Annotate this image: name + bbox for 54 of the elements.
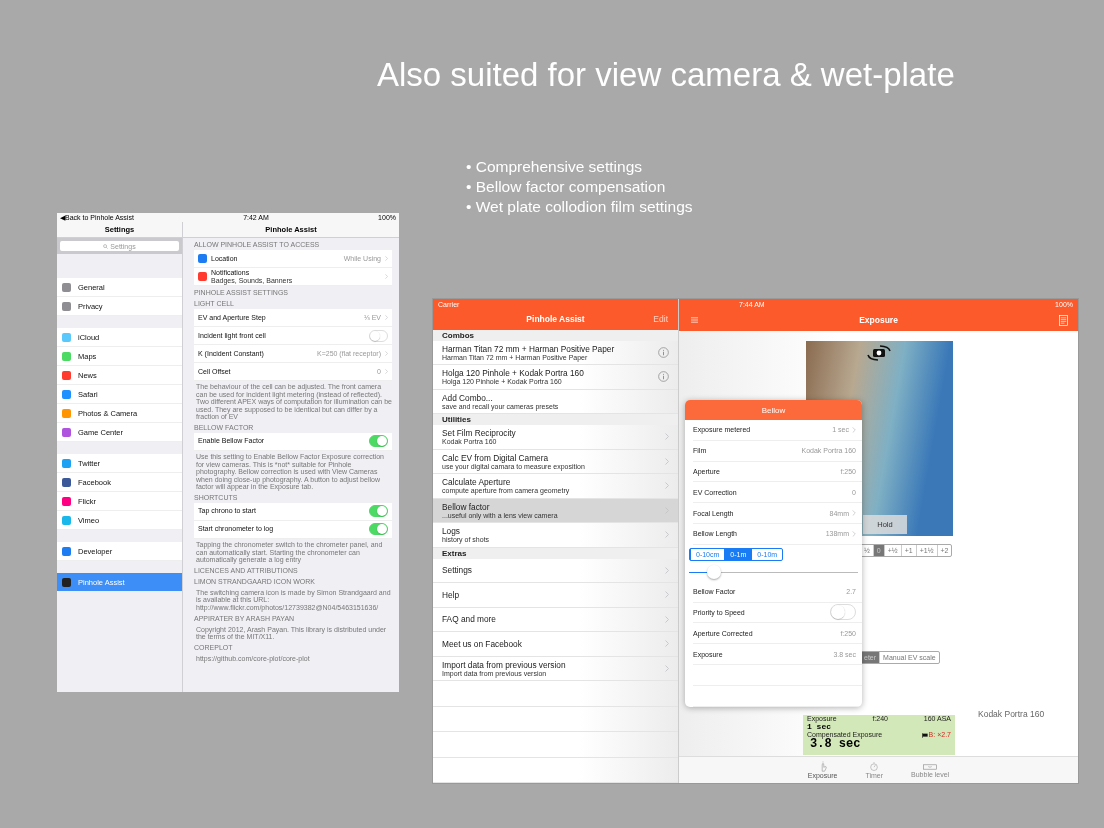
metered-time: 1 sec: [807, 723, 831, 731]
chevron-icon: [665, 664, 669, 672]
feature-bullet: • Bellow factor compensation: [466, 177, 667, 197]
menu-item[interactable]: Settings: [433, 558, 678, 583]
toggle-switch[interactable]: [830, 604, 856, 621]
nav-title: Pinhole Assist: [526, 314, 585, 325]
nav-title: Exposure: [859, 315, 898, 325]
item-title: Logs: [442, 526, 461, 537]
item-title: Add Combo...: [442, 392, 494, 403]
item-title: Calculate Aperture: [442, 477, 512, 488]
menu-item[interactable]: Help: [433, 583, 678, 608]
toggle-switch[interactable]: [369, 435, 388, 448]
search-icon: [103, 243, 109, 249]
chevron-icon: [852, 426, 856, 433]
toggle-switch[interactable]: [369, 523, 388, 536]
info-icon[interactable]: [658, 346, 669, 358]
chevron-icon: [665, 457, 669, 465]
chevron-icon: [665, 566, 669, 574]
stopwatch-icon: [870, 761, 879, 772]
item-title: Holga 120 Pinhole + Kodak Portra 160: [442, 368, 585, 379]
chevron-icon: [852, 530, 856, 537]
item-title: Calc EV from Digital Camera: [442, 452, 550, 463]
item-title: Meet us on Facebook: [442, 638, 523, 649]
item-title: Settings: [442, 565, 473, 576]
menu-item[interactable]: Meet us on Facebook: [433, 632, 678, 657]
chevron-icon: [665, 531, 669, 539]
headline: Also suited for view camera & wet-plate: [377, 56, 955, 94]
chevron-icon: [665, 615, 669, 623]
info-icon[interactable]: [658, 371, 669, 383]
item-title: Bellow factor: [442, 501, 491, 512]
notes-icon[interactable]: [1059, 314, 1068, 326]
level-icon: [923, 762, 938, 771]
feature-bullet: • Wet plate collodion film settings: [466, 197, 693, 217]
item-title: Harman Titan 72 mm + Harman Positive Paper: [442, 343, 616, 354]
toggle-switch[interactable]: [369, 329, 388, 342]
toggle-switch[interactable]: [369, 505, 388, 518]
menu-icon[interactable]: [691, 317, 698, 323]
slider-thumb[interactable]: [707, 564, 722, 579]
flag-icon: [921, 732, 928, 738]
item-title: FAQ and more: [442, 614, 497, 625]
popover-title: Bellow: [685, 400, 862, 420]
item-title: Set Film Reciprocity: [442, 428, 517, 439]
chevron-icon: [665, 482, 669, 490]
compensated-time: 3.8 sec: [810, 739, 861, 750]
film-name: Kodak Portra 160: [978, 709, 1045, 719]
menu-item[interactable]: FAQ and more: [433, 607, 678, 632]
chevron-icon: [665, 433, 669, 441]
item-title: Help: [442, 589, 461, 600]
camera-switch-icon[interactable]: [864, 345, 894, 361]
feature-bullet: • Comprehensive settings: [466, 157, 643, 177]
chevron-icon: [852, 510, 856, 517]
item-title: Import data from previous version: [442, 659, 567, 670]
chevron-icon: [665, 591, 669, 599]
chevron-icon: [665, 640, 669, 648]
